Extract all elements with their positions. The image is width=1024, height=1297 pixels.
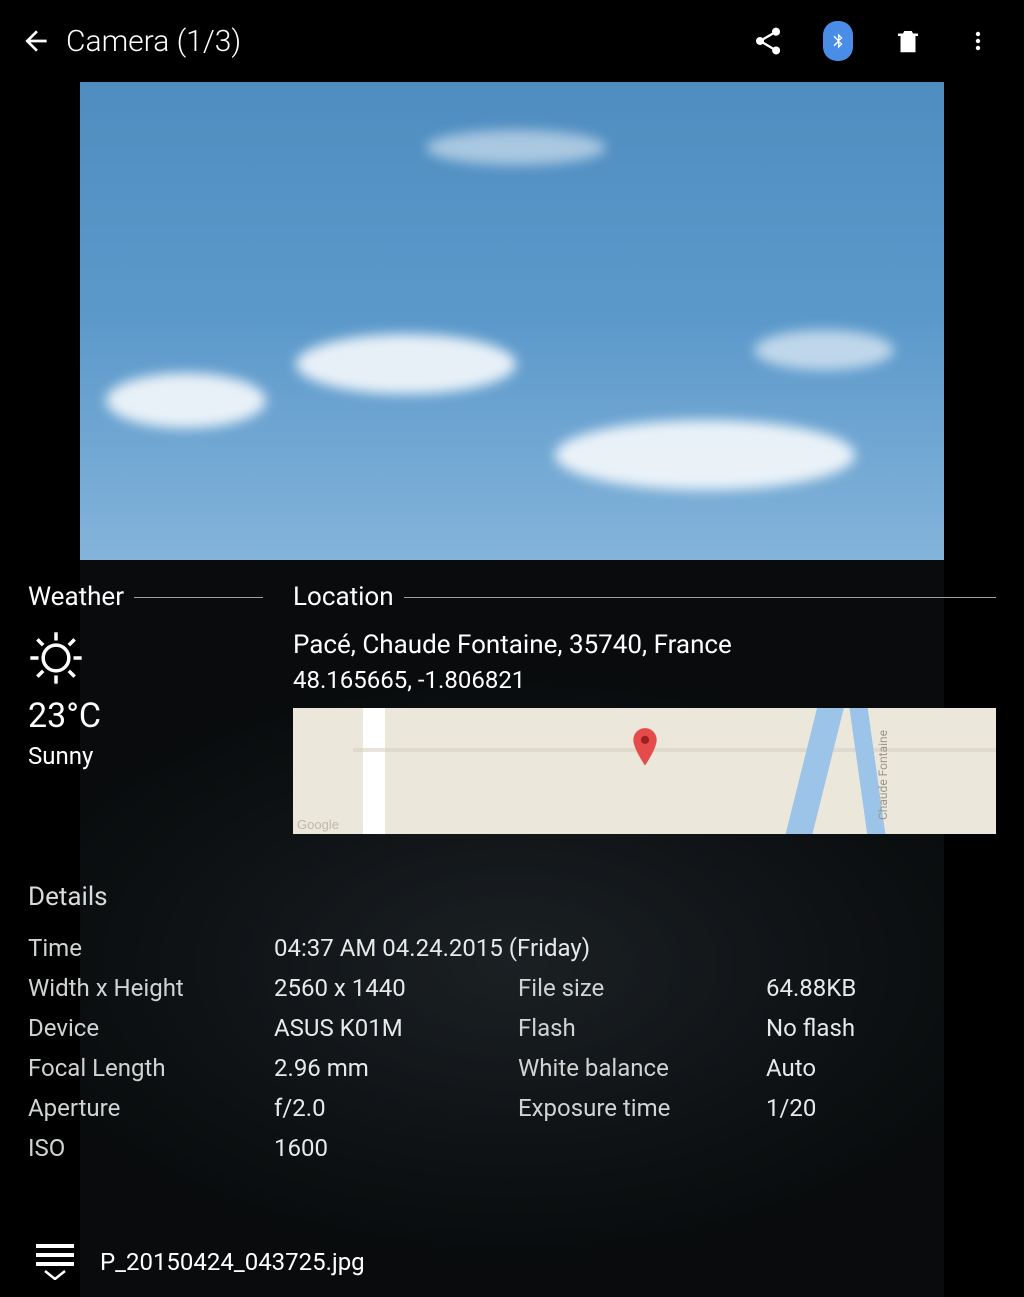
detail-row-time: Time 04:37 AM 04.24.2015 (Friday) xyxy=(28,928,996,968)
detail-key: Device xyxy=(28,1014,274,1042)
detail-row: Width x Height2560 x 1440File size64.88K… xyxy=(28,968,996,1008)
detail-value: 1/20 xyxy=(766,1094,996,1122)
details-header: Details xyxy=(28,882,996,912)
weather-header: Weather xyxy=(28,582,124,612)
detail-key: Width x Height xyxy=(28,974,274,1002)
arrow-left-icon xyxy=(20,25,52,57)
chevron-down-icon xyxy=(44,1270,66,1280)
details-section: Details Time 04:37 AM 04.24.2015 (Friday… xyxy=(28,882,996,1168)
detail-row: Focal Length2.96 mmWhite balanceAuto xyxy=(28,1048,996,1088)
detail-key: ISO xyxy=(28,1134,274,1162)
delete-button[interactable] xyxy=(884,17,932,65)
detail-value: 2.96 mm xyxy=(274,1054,518,1082)
bluetooth-icon xyxy=(829,27,847,55)
location-address: Pacé, Chaude Fontaine, 35740, France xyxy=(293,630,996,660)
detail-row: Aperturef/2.0Exposure time1/20 xyxy=(28,1088,996,1128)
filename-bar: P_20150424_043725.jpg xyxy=(0,1227,1024,1297)
page-title: Camera (1/3) xyxy=(66,24,744,59)
info-panel: Weather xyxy=(28,582,996,1168)
app-bar: Camera (1/3) xyxy=(0,0,1024,82)
location-header: Location xyxy=(293,582,394,612)
detail-value: 2560 x 1440 xyxy=(274,974,518,1002)
bluetooth-button[interactable] xyxy=(814,17,862,65)
drawer-handle[interactable] xyxy=(36,1244,74,1280)
map-watermark: Google xyxy=(297,817,339,832)
detail-row: ISO1600 xyxy=(28,1128,996,1168)
location-section: Location Pacé, Chaude Fontaine, 35740, F… xyxy=(293,582,996,834)
detail-value: No flash xyxy=(766,1014,996,1042)
detail-value: Auto xyxy=(766,1054,996,1082)
detail-key: Flash xyxy=(518,1014,766,1042)
map-pin-icon xyxy=(631,728,659,768)
detail-value: 04:37 AM 04.24.2015 (Friday) xyxy=(274,934,996,962)
detail-value: 1600 xyxy=(274,1134,518,1162)
share-icon xyxy=(752,25,784,57)
more-vert-icon xyxy=(966,25,990,57)
detail-key: File size xyxy=(518,974,766,1002)
detail-key: Exposure time xyxy=(518,1094,766,1122)
sun-icon xyxy=(28,630,263,686)
photo-sky xyxy=(80,82,944,562)
detail-key: White balance xyxy=(518,1054,766,1082)
filename-label: P_20150424_043725.jpg xyxy=(100,1248,365,1276)
detail-value: 64.88KB xyxy=(766,974,996,1002)
detail-value: ASUS K01M xyxy=(274,1014,518,1042)
weather-section: Weather xyxy=(28,582,263,834)
overflow-menu-button[interactable] xyxy=(954,17,1002,65)
share-button[interactable] xyxy=(744,17,792,65)
location-coords: 48.165665, -1.806821 xyxy=(293,666,996,694)
weather-condition: Sunny xyxy=(28,742,263,770)
detail-key: Time xyxy=(28,934,274,962)
trash-icon xyxy=(893,25,923,57)
location-map[interactable]: Chaude Fontaine Google xyxy=(293,708,996,834)
back-button[interactable] xyxy=(12,17,60,65)
detail-key: Focal Length xyxy=(28,1054,274,1082)
detail-value: f/2.0 xyxy=(274,1094,518,1122)
detail-key: Aperture xyxy=(28,1094,274,1122)
map-street-label: Chaude Fontaine xyxy=(876,730,890,820)
weather-temperature: 23°C xyxy=(28,696,263,736)
detail-row: DeviceASUS K01MFlashNo flash xyxy=(28,1008,996,1048)
